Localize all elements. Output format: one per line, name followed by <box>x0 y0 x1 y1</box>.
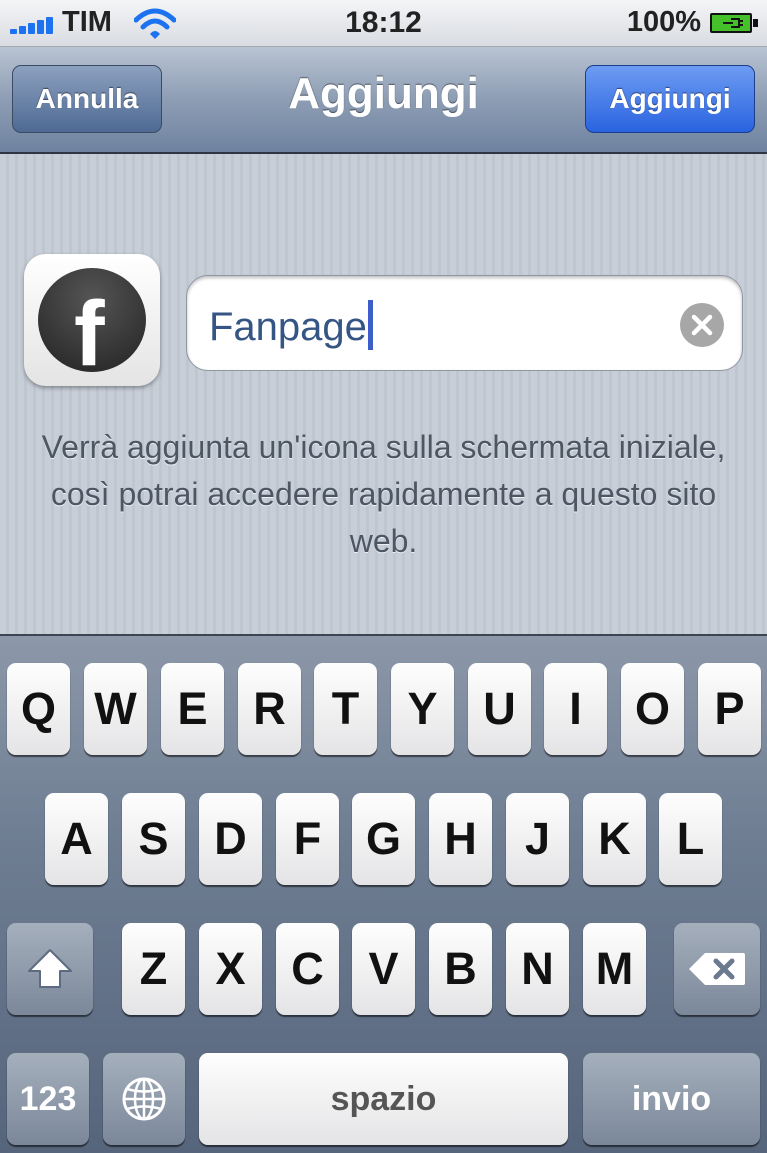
backspace-key[interactable] <box>674 923 760 1015</box>
add-to-home-form: f Fanpage Verrà aggiunta un'icona sulla … <box>0 154 767 634</box>
numbers-key[interactable]: 123 <box>7 1053 89 1145</box>
bookmark-name-input[interactable]: Fanpage <box>186 275 743 371</box>
key-y[interactable]: Y <box>391 663 454 755</box>
keyboard: Q W E R T Y U I O P A S D F G H J K L Z … <box>0 634 767 1153</box>
bookmark-name-value: Fanpage <box>209 300 373 350</box>
key-c[interactable]: C <box>276 923 339 1015</box>
key-j[interactable]: J <box>506 793 569 885</box>
navigation-bar: Annulla Aggiungi Aggiungi <box>0 47 767 154</box>
clear-text-button[interactable] <box>680 303 724 347</box>
key-i[interactable]: I <box>544 663 607 755</box>
key-l[interactable]: L <box>659 793 722 885</box>
key-u[interactable]: U <box>468 663 531 755</box>
globe-key[interactable] <box>103 1053 185 1145</box>
shift-key[interactable] <box>7 923 93 1015</box>
description-text: Verrà aggiunta un'icona sulla schermata … <box>41 429 726 559</box>
key-g[interactable]: G <box>352 793 415 885</box>
backspace-icon <box>689 953 745 985</box>
key-n[interactable]: N <box>506 923 569 1015</box>
facebook-icon: f <box>24 254 160 386</box>
battery-percent: 100% <box>626 6 701 38</box>
key-p[interactable]: P <box>698 663 761 755</box>
key-k[interactable]: K <box>583 793 646 885</box>
space-key[interactable]: spazio <box>199 1053 568 1145</box>
globe-icon <box>122 1077 166 1121</box>
add-button[interactable]: Aggiungi <box>585 65 755 133</box>
key-a[interactable]: A <box>45 793 108 885</box>
key-e[interactable]: E <box>161 663 224 755</box>
key-z[interactable]: Z <box>122 923 185 1015</box>
key-x[interactable]: X <box>199 923 262 1015</box>
shift-icon <box>28 949 72 988</box>
key-t[interactable]: T <box>314 663 377 755</box>
key-b[interactable]: B <box>429 923 492 1015</box>
battery-charging-icon <box>710 13 758 33</box>
key-d[interactable]: D <box>199 793 262 885</box>
key-w[interactable]: W <box>84 663 147 755</box>
status-bar: TIM 18:12 100% <box>0 0 767 47</box>
key-m[interactable]: M <box>583 923 646 1015</box>
key-f[interactable]: F <box>276 793 339 885</box>
close-icon <box>691 314 713 336</box>
key-s[interactable]: S <box>122 793 185 885</box>
key-r[interactable]: R <box>238 663 301 755</box>
key-h[interactable]: H <box>429 793 492 885</box>
key-o[interactable]: O <box>621 663 684 755</box>
text-cursor <box>367 300 373 350</box>
key-q[interactable]: Q <box>7 663 70 755</box>
key-v[interactable]: V <box>352 923 415 1015</box>
return-key[interactable]: invio <box>583 1053 760 1145</box>
